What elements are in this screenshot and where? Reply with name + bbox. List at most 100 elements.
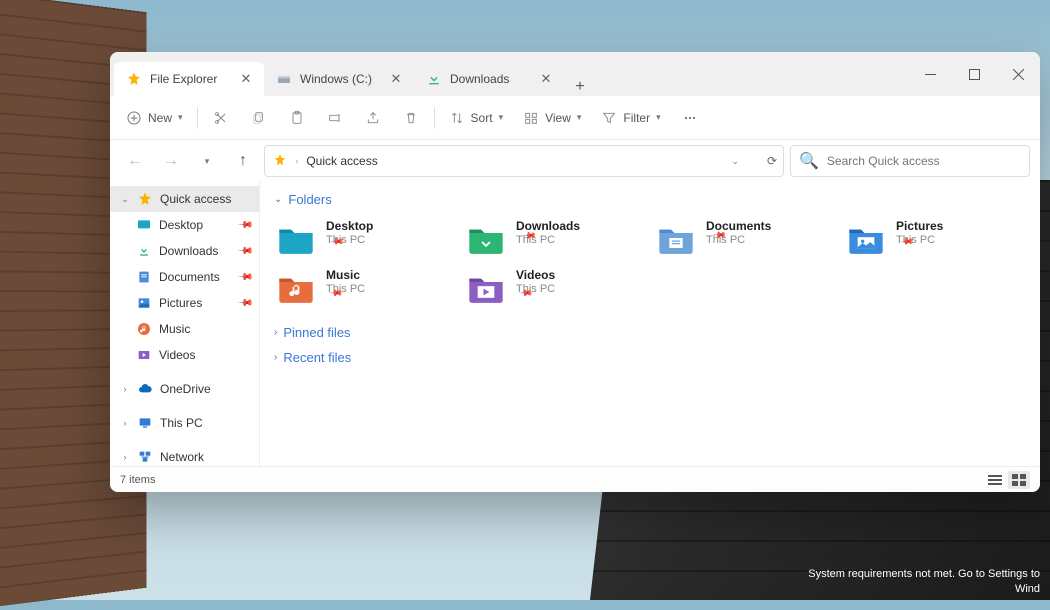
view-label: View (545, 111, 571, 125)
new-label: New (148, 111, 172, 125)
folder-icon (276, 222, 316, 258)
sidebar-item-videos[interactable]: Videos (110, 342, 259, 368)
search-box[interactable]: 🔍 (790, 145, 1030, 177)
divider (434, 107, 435, 129)
tab-label: Windows (C:) (300, 72, 372, 86)
sidebar-item-onedrive[interactable]: › OneDrive (110, 376, 259, 402)
sidebar-item-label: Videos (159, 348, 195, 362)
folder-icon (276, 271, 316, 307)
sidebar-item-label: OneDrive (160, 382, 211, 396)
folder-item-documents[interactable]: DocumentsThis PC📌 (654, 217, 836, 262)
delete-button[interactable] (394, 102, 428, 134)
folder-item-videos[interactable]: VideosThis PC📌 (464, 266, 646, 311)
tab-strip: File Explorer ✕ Windows (C:) ✕ Downloads… (114, 52, 908, 96)
section-recent-files[interactable]: › Recent files (274, 350, 1026, 365)
monitor-icon (137, 415, 153, 431)
section-folders[interactable]: ⌄ Folders (274, 192, 1026, 207)
rename-button[interactable] (318, 102, 352, 134)
folder-item-pictures[interactable]: PicturesThis PC📌 (844, 217, 1026, 262)
pin-icon: 📌 (236, 295, 253, 312)
network-icon (137, 449, 153, 465)
back-button[interactable]: ← (120, 146, 150, 176)
filter-button[interactable]: Filter ▾ (593, 102, 668, 134)
tab-downloads[interactable]: Downloads ✕ (414, 62, 564, 96)
sidebar-item-label: Downloads (159, 244, 218, 258)
cloud-icon (137, 381, 153, 397)
minimize-button[interactable] (908, 52, 952, 96)
sort-label: Sort (471, 111, 493, 125)
chevron-down-icon: ▾ (499, 112, 504, 123)
more-button[interactable] (673, 102, 707, 134)
sidebar-item-label: This PC (160, 416, 203, 430)
icons-view-button[interactable] (1008, 471, 1030, 489)
tab-file-explorer[interactable]: File Explorer ✕ (114, 62, 264, 96)
chevron-down-icon: ▾ (656, 112, 661, 123)
folder-name: Videos (516, 268, 555, 282)
drive-icon (276, 71, 292, 87)
paste-button[interactable] (280, 102, 314, 134)
sidebar-item-downloads[interactable]: Downloads 📌 (110, 238, 259, 264)
sidebar-item-label: Network (160, 450, 204, 464)
folder-icon (846, 222, 886, 258)
documents-icon (136, 269, 152, 285)
download-icon (136, 243, 152, 259)
refresh-button[interactable]: ⟳ (767, 154, 777, 168)
sidebar-item-music[interactable]: Music (110, 316, 259, 342)
titlebar: File Explorer ✕ Windows (C:) ✕ Downloads… (110, 52, 1040, 96)
section-label: Folders (288, 192, 331, 207)
close-icon[interactable]: ✕ (238, 71, 254, 87)
chevron-down-icon: ▾ (178, 112, 183, 123)
divider (197, 107, 198, 129)
details-view-button[interactable] (984, 471, 1006, 489)
folder-icon (656, 222, 696, 258)
nav-row: ← → ▾ ↑ › Quick access ⌄ ⟳ 🔍 (110, 140, 1040, 182)
caption-buttons (908, 52, 1040, 96)
breadcrumb[interactable]: Quick access (306, 154, 377, 168)
close-icon[interactable]: ✕ (538, 71, 554, 87)
chevron-down-icon: ▾ (577, 112, 582, 123)
chevron-down-icon: ⌄ (274, 194, 282, 205)
share-button[interactable] (356, 102, 390, 134)
chevron-right-icon: › (120, 452, 130, 462)
download-icon (426, 71, 442, 87)
close-icon[interactable]: ✕ (388, 71, 404, 87)
chevron-down-icon[interactable]: ⌄ (731, 156, 739, 167)
folders-grid: DesktopThis PC📌 DownloadsThis PC📌 Docume… (274, 217, 1026, 311)
tab-windows-c[interactable]: Windows (C:) ✕ (264, 62, 414, 96)
address-bar[interactable]: › Quick access ⌄ ⟳ (264, 145, 784, 177)
close-window-button[interactable] (996, 52, 1040, 96)
sidebar-item-desktop[interactable]: Desktop 📌 (110, 212, 259, 238)
sidebar-item-network[interactable]: › Network (110, 444, 259, 466)
sort-button[interactable]: Sort ▾ (441, 102, 512, 134)
chevron-right-icon: › (120, 384, 130, 394)
sidebar-item-pictures[interactable]: Pictures 📌 (110, 290, 259, 316)
sidebar-item-this-pc[interactable]: › This PC (110, 410, 259, 436)
chevron-down-icon: ⌄ (120, 194, 130, 205)
search-input[interactable] (827, 154, 1021, 168)
chevron-right-icon: › (120, 418, 130, 428)
folder-item-music[interactable]: MusicThis PC📌 (274, 266, 456, 311)
tab-label: File Explorer (150, 72, 217, 86)
sidebar-item-label: Music (159, 322, 190, 336)
sidebar-item-quick-access[interactable]: ⌄ Quick access (110, 186, 259, 212)
section-pinned-files[interactable]: › Pinned files (274, 325, 1026, 340)
music-icon (136, 321, 152, 337)
folder-icon (466, 222, 506, 258)
forward-button[interactable]: → (156, 146, 186, 176)
folder-item-desktop[interactable]: DesktopThis PC📌 (274, 217, 456, 262)
up-button[interactable]: ↑ (228, 146, 258, 176)
new-button[interactable]: New ▾ (118, 102, 191, 134)
breadcrumb-separator: › (295, 156, 298, 167)
recent-locations-button[interactable]: ▾ (192, 146, 222, 176)
new-tab-button[interactable]: + (564, 78, 596, 96)
status-item-count: 7 items (120, 474, 155, 486)
folder-item-downloads[interactable]: DownloadsThis PC📌 (464, 217, 646, 262)
cut-button[interactable] (204, 102, 238, 134)
folder-name: Pictures (896, 219, 943, 233)
desktop-icon (136, 217, 152, 233)
copy-button[interactable] (242, 102, 276, 134)
section-label: Recent files (283, 350, 351, 365)
maximize-button[interactable] (952, 52, 996, 96)
sidebar-item-documents[interactable]: Documents 📌 (110, 264, 259, 290)
view-button[interactable]: View ▾ (515, 102, 589, 134)
